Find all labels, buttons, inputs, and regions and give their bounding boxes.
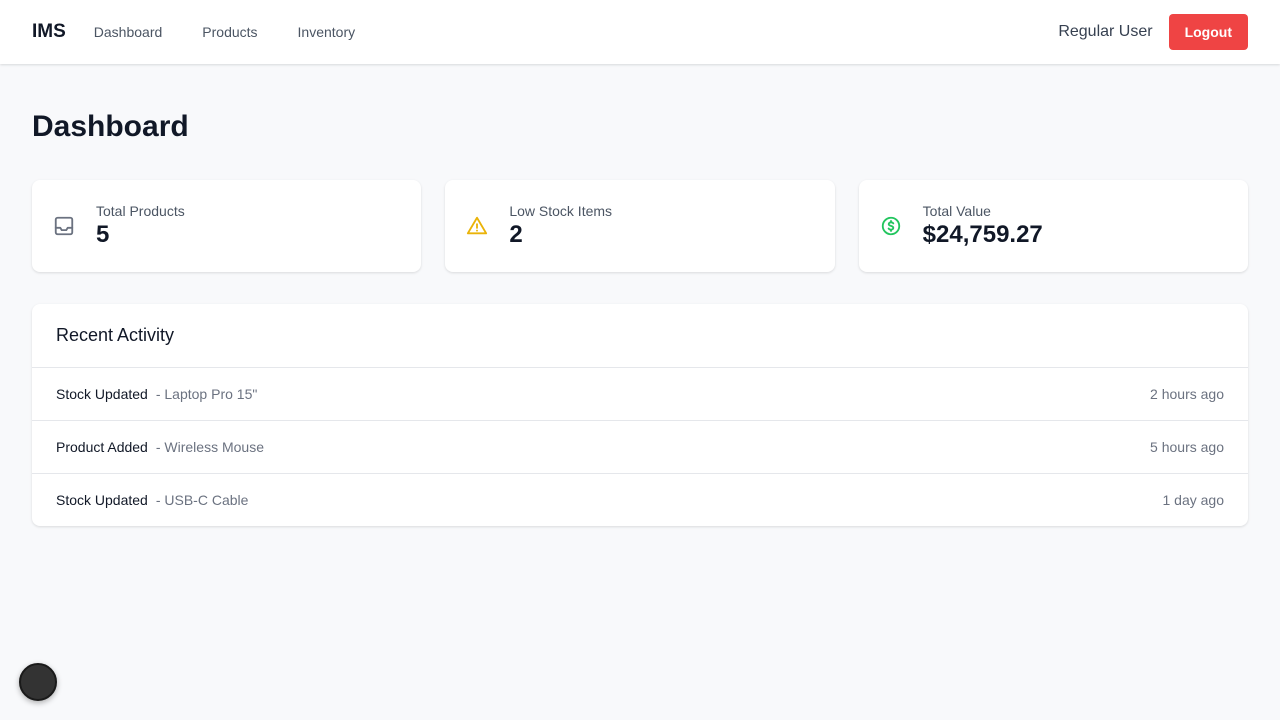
activity-type: Stock Updated — [56, 492, 148, 508]
activity-time: 5 hours ago — [1150, 439, 1224, 455]
activity-row: Stock Updated - Laptop Pro 15" 2 hours a… — [32, 368, 1248, 421]
inbox-icon — [52, 214, 76, 238]
stat-value: $24,759.27 — [922, 221, 1043, 248]
brand-logo[interactable]: IMS — [32, 21, 66, 43]
stat-label: Low Stock Items — [509, 203, 613, 219]
activity-type: Product Added — [56, 439, 148, 455]
stat-card-total-products: Total Products 5 — [32, 180, 422, 272]
navbar: IMS Dashboard Products Inventory Regular… — [0, 0, 1280, 64]
nav-link-dashboard[interactable]: Dashboard — [94, 24, 163, 40]
activity-row: Product Added - Wireless Mouse 5 hours a… — [32, 421, 1248, 474]
stat-value: 2 — [509, 221, 523, 248]
stat-card-low-stock: Low Stock Items 2 — [445, 180, 835, 272]
activity-item: - USB-C Cable — [155, 492, 249, 508]
stat-value: 5 — [96, 221, 110, 248]
recent-activity-title: Recent Activity — [32, 304, 1248, 368]
nav-link-products[interactable]: Products — [202, 24, 257, 40]
nav-link-inventory[interactable]: Inventory — [298, 24, 356, 40]
stat-card-total-value: Total Value $24,759.27 — [858, 180, 1248, 272]
activity-time: 2 hours ago — [1150, 386, 1224, 402]
activity-item: - Laptop Pro 15" — [155, 386, 258, 402]
activity-item: - Wireless Mouse — [155, 439, 264, 455]
stat-label: Total Value — [922, 203, 991, 219]
stats-row: Total Products 5 Low Stock Items 2 Total… — [32, 180, 1248, 272]
dollar-icon — [879, 214, 903, 238]
page-title: Dashboard — [32, 110, 189, 143]
logout-button[interactable]: Logout — [1168, 14, 1248, 50]
stat-label: Total Products — [96, 203, 185, 219]
user-name: Regular User — [1058, 23, 1153, 40]
activity-row: Stock Updated - USB-C Cable 1 day ago — [32, 474, 1248, 526]
floating-action-button[interactable] — [19, 663, 57, 701]
activity-time: 1 day ago — [1162, 492, 1225, 508]
warning-icon — [465, 214, 489, 238]
activity-type: Stock Updated — [56, 386, 148, 402]
recent-activity-panel: Recent Activity Stock Updated - Laptop P… — [32, 304, 1248, 526]
nav-user-area: Regular User Logout — [1058, 14, 1248, 50]
